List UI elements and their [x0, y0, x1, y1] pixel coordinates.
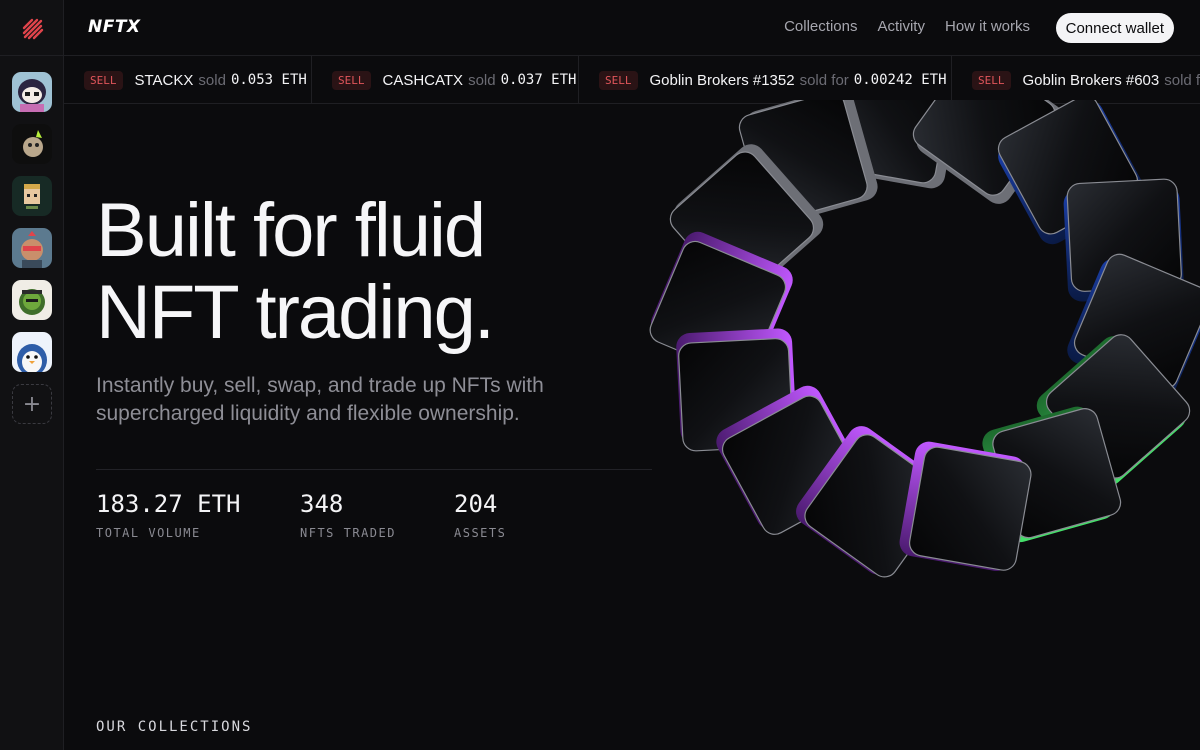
hero-ring-illustration [649, 100, 1200, 578]
hero-title-line-2: NFT trading. [96, 270, 495, 355]
collection-avatar-6[interactable] [12, 332, 52, 372]
ticker-item-verb: sold [468, 71, 496, 89]
nav-link-collections[interactable]: Collections [784, 18, 857, 35]
nftx-logo-icon[interactable] [0, 0, 64, 56]
stat-nfts-traded: 348 NFTS TRADED [300, 490, 396, 540]
collection-avatar-5[interactable] [12, 280, 52, 320]
sell-badge: SELL [332, 70, 371, 90]
collection-avatar-1[interactable] [12, 72, 52, 112]
brand-wordmark[interactable]: NFTX [88, 17, 141, 37]
stat-label: TOTAL VOLUME [96, 526, 201, 540]
stat-value: 183.27 ETH [96, 490, 241, 518]
ticker-item-name: CASHCATX [382, 71, 464, 89]
ring-tile [899, 441, 1032, 571]
sell-badge: SELL [599, 70, 638, 90]
section-heading-collections: OUR COLLECTIONS [96, 719, 253, 735]
add-collection-button[interactable]: + [12, 384, 52, 424]
sell-badge: SELL [84, 70, 123, 90]
stat-value: 204 [454, 490, 498, 518]
collection-avatar-2[interactable] [12, 124, 52, 164]
stat-assets: 204 ASSETS [454, 490, 506, 540]
hero-title: Built for fluid NFT trading. [96, 188, 495, 355]
sell-badge: SELL [972, 70, 1011, 90]
ticker-item-price: 0.00242 ETH [853, 72, 947, 88]
ticker-item[interactable]: SELL CASHCATX sold 0.037 ETH [312, 56, 579, 103]
nav-link-activity[interactable]: Activity [877, 18, 925, 35]
top-header: NFTX Collections Activity How it works C… [64, 0, 1200, 56]
hero-subtitle: Instantly buy, sell, swap, and trade up … [96, 374, 544, 425]
stat-total-volume: 183.27 ETH TOTAL VOLUME [96, 490, 241, 540]
stat-value: 348 [300, 490, 344, 518]
ticker-item-verb: sold [198, 71, 226, 89]
nav-link-how-it-works[interactable]: How it works [945, 18, 1030, 35]
plus-icon: + [22, 391, 42, 417]
stat-label: ASSETS [454, 526, 507, 540]
stat-label: NFTS TRADED [300, 526, 396, 540]
hero-title-line-1: Built for fluid [96, 188, 486, 273]
ticker-item-price: 0.053 ETH [230, 72, 307, 88]
ticker-item[interactable]: SELL Goblin Brokers #1352 sold for 0.002… [579, 56, 952, 103]
main-nav: Collections Activity How it works [784, 18, 1030, 35]
ticker-item-verb: sold for [799, 71, 849, 89]
collection-rail: + [0, 0, 64, 750]
ticker-item-name: STACKX [134, 71, 194, 89]
collection-avatar-3[interactable] [12, 176, 52, 216]
ticker-item[interactable]: SELL STACKX sold 0.053 ETH [64, 56, 312, 103]
ticker-item-price: 0.037 ETH [500, 72, 577, 88]
collection-avatar-4[interactable] [12, 228, 52, 268]
ticker-item-name: Goblin Brokers #1352 [649, 71, 795, 89]
stats-divider [96, 469, 652, 470]
ticker-item[interactable]: SELL Goblin Brokers #603 sold f [952, 56, 1200, 103]
connect-wallet-button[interactable]: Connect wallet [1055, 13, 1174, 43]
sales-ticker: SELL STACKX sold 0.053 ETH SELL CASHCATX… [64, 56, 1200, 104]
ticker-item-name: Goblin Brokers #603 [1022, 71, 1160, 89]
ticker-item-verb: sold f [1164, 71, 1200, 89]
